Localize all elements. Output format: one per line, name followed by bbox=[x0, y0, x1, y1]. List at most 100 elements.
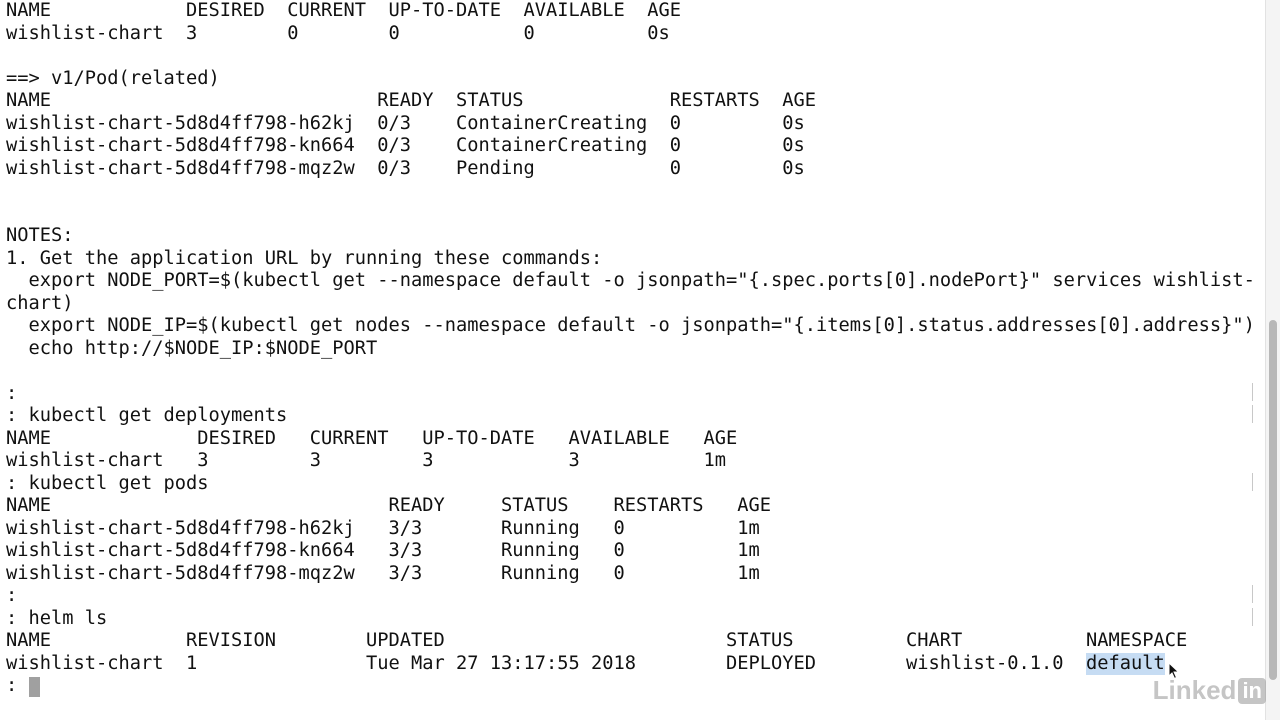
terminal-text: NOTES: bbox=[6, 225, 74, 246]
terminal-text: wishlist-chart-5d8d4ff798-mqz2w bbox=[6, 562, 355, 584]
terminal-text: STATUS bbox=[726, 630, 794, 651]
terminal-text: : helm ls bbox=[6, 607, 108, 629]
terminal-text: ContainerCreating bbox=[456, 135, 648, 156]
terminal-text: 0 bbox=[669, 135, 682, 156]
terminal-text: Pending bbox=[456, 157, 535, 179]
terminal-text: 3/3 bbox=[388, 562, 423, 584]
terminal-text: 0 bbox=[669, 157, 682, 179]
terminal-text: 0/3 bbox=[377, 135, 412, 156]
terminal-text: : bbox=[6, 675, 29, 696]
terminal-text: RESTARTS bbox=[669, 90, 760, 111]
terminal-text: wishlist-chart-5d8d4ff798-h62kj bbox=[6, 112, 355, 134]
terminal-text: 3 bbox=[309, 450, 322, 471]
terminal-text: chart) bbox=[6, 292, 74, 314]
terminal-text: UP-TO-DATE bbox=[388, 0, 502, 21]
selected-text: default bbox=[1086, 652, 1165, 675]
line-marker bbox=[1252, 607, 1257, 626]
terminal-text: 0 bbox=[613, 517, 625, 539]
line-marker bbox=[1252, 405, 1257, 423]
terminal-text: 0 bbox=[613, 540, 625, 561]
watermark-text: Linked bbox=[1152, 675, 1237, 705]
terminal-text: AVAILABLE bbox=[568, 427, 670, 449]
terminal-text: 0s bbox=[647, 22, 670, 44]
terminal-text: NAME bbox=[6, 495, 52, 516]
terminal-text: NAME bbox=[6, 427, 52, 449]
terminal-text: AGE bbox=[703, 427, 738, 449]
terminal-text: 0 bbox=[287, 22, 299, 44]
terminal-text: 3 bbox=[197, 450, 209, 471]
terminal-text: 0s bbox=[782, 112, 805, 134]
terminal-text: ==> v1/Pod(related) bbox=[6, 67, 220, 89]
terminal-text: READY bbox=[388, 495, 445, 516]
terminal-text: 1 bbox=[186, 652, 198, 674]
terminal-text: export NODE_PORT=$(kubectl get --namespa… bbox=[6, 270, 1255, 291]
terminal-text: 0/3 bbox=[377, 112, 412, 134]
terminal-text: STATUS bbox=[456, 90, 524, 111]
terminal-text: DESIRED bbox=[197, 427, 277, 449]
watermark-in-box: in bbox=[1238, 677, 1266, 704]
terminal-text: ContainerCreating bbox=[456, 112, 648, 134]
terminal-text: 1m bbox=[703, 450, 727, 471]
terminal-text: 3/3 bbox=[388, 540, 423, 561]
terminal-text: NAME bbox=[6, 630, 52, 651]
linkedin-watermark: Linked in bbox=[1153, 675, 1266, 706]
terminal-text: wishlist-chart-5d8d4ff798-kn664 bbox=[6, 540, 355, 561]
terminal-text: 0/3 bbox=[377, 157, 412, 179]
terminal-text: DESIRED bbox=[186, 0, 265, 21]
terminal-text: RESTARTS bbox=[613, 495, 704, 516]
terminal-text: AVAILABLE bbox=[523, 0, 625, 21]
scrollbar-thumb[interactable] bbox=[1269, 320, 1277, 680]
terminal-text: echo http://$NODE_IP:$NODE_PORT bbox=[6, 337, 378, 359]
terminal-text: CURRENT bbox=[287, 0, 367, 21]
terminal-text: wishlist-chart bbox=[6, 450, 164, 471]
terminal-text: export NODE_IP=$(kubectl get nodes --nam… bbox=[6, 315, 1255, 336]
terminal-text: : bbox=[6, 382, 18, 404]
terminal-text: UP-TO-DATE bbox=[422, 427, 535, 449]
terminal-text: CURRENT bbox=[309, 427, 389, 449]
terminal-text: CHART bbox=[906, 630, 963, 651]
line-marker bbox=[1252, 382, 1257, 401]
line-marker bbox=[1252, 472, 1257, 491]
terminal-text: Running bbox=[501, 517, 580, 539]
terminal-text: STATUS bbox=[501, 495, 569, 516]
terminal-text: 3/3 bbox=[388, 517, 423, 539]
terminal-text: NAMESPACE bbox=[1086, 630, 1188, 651]
terminal-text: 1m bbox=[737, 540, 760, 561]
terminal-text: UPDATED bbox=[366, 630, 445, 651]
terminal-text: : kubectl get deployments bbox=[6, 405, 288, 426]
terminal-text: NAME bbox=[6, 0, 52, 21]
terminal-text: 0 bbox=[669, 112, 682, 134]
terminal-text: wishlist-chart bbox=[6, 652, 164, 674]
terminal-text: DEPLOYED bbox=[726, 652, 817, 674]
terminal-text: wishlist-chart-5d8d4ff798-h62kj bbox=[6, 517, 355, 539]
scrollbar[interactable] bbox=[1265, 0, 1280, 720]
terminal-text: Running bbox=[501, 562, 580, 584]
terminal-text: : kubectl get pods bbox=[6, 472, 209, 494]
terminal-text: 0 bbox=[388, 22, 400, 44]
terminal-text: READY bbox=[377, 90, 434, 111]
terminal-text: 3 bbox=[422, 450, 434, 471]
terminal-text: AGE bbox=[647, 0, 682, 21]
terminal-text: 0s bbox=[782, 135, 805, 156]
terminal-text: 1m bbox=[737, 517, 760, 539]
text-cursor[interactable] bbox=[28, 677, 40, 697]
terminal-text: 1. Get the application URL by running th… bbox=[6, 247, 603, 269]
terminal-text: wishlist-chart bbox=[6, 22, 164, 44]
terminal-text: REVISION bbox=[186, 630, 277, 651]
terminal-text: wishlist-chart-5d8d4ff798-mqz2w bbox=[6, 157, 355, 179]
terminal-text: AGE bbox=[782, 90, 817, 111]
terminal-text: 3 bbox=[186, 22, 198, 44]
terminal-text: 3 bbox=[568, 450, 580, 471]
terminal-text: wishlist-chart-5d8d4ff798-kn664 bbox=[6, 135, 355, 156]
terminal-text: Running bbox=[501, 540, 580, 561]
terminal-text: Tue Mar 27 13:17:55 2018 bbox=[366, 652, 637, 674]
terminal-text: AGE bbox=[737, 495, 772, 516]
terminal-text: 0s bbox=[782, 157, 805, 179]
terminal-text: : bbox=[6, 585, 18, 606]
terminal-text: 0 bbox=[523, 22, 535, 44]
line-marker bbox=[1252, 585, 1257, 603]
terminal-text: 1m bbox=[737, 562, 760, 584]
terminal-text: 0 bbox=[613, 562, 625, 584]
terminal-text: NAME bbox=[6, 90, 52, 111]
terminal-text: wishlist-0.1.0 bbox=[906, 652, 1064, 674]
